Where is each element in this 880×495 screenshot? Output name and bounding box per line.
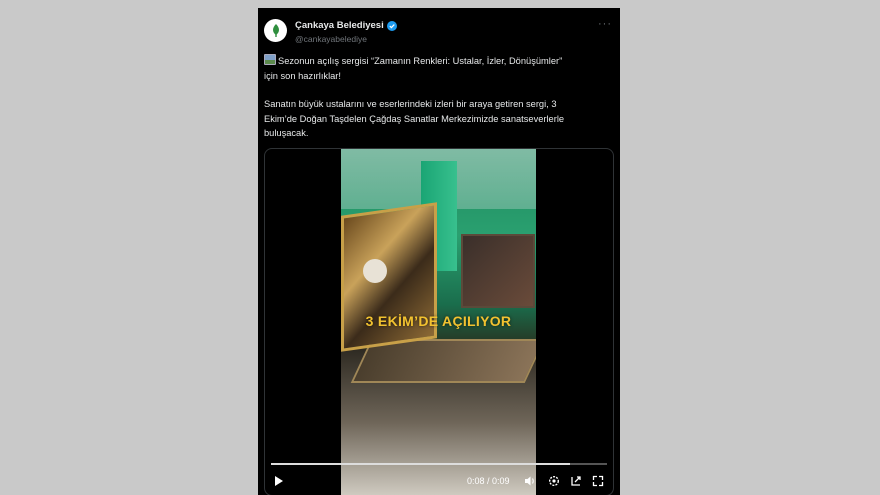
post-line: Sezonun açılış sergisi “Zamanın Renkleri… [264, 54, 614, 69]
municipality-logo-icon [272, 23, 279, 37]
volume-icon[interactable] [523, 474, 537, 488]
post-line: buluşacak. [264, 128, 309, 138]
popout-icon[interactable] [569, 474, 583, 488]
post-line: için son hazırlıklar! [264, 70, 341, 81]
account-handle[interactable]: @cankayabelediye [295, 34, 367, 44]
tweet-card: Çankaya Belediyesi @cankayabelediye ··· … [258, 8, 620, 495]
video-player[interactable]: 3 EKİM’DE AÇILIYOR 0:08 / 0:09 [264, 148, 614, 495]
video-time: 0:08 / 0:09 [467, 476, 510, 486]
video-controls: 0:08 / 0:09 [265, 471, 613, 493]
more-options-icon[interactable]: ··· [598, 18, 612, 30]
picture-emoji-icon [264, 54, 276, 65]
post-line: Ekim’de Doğan Taşdelen Çağdaş Sanatlar M… [264, 113, 565, 124]
verified-badge-icon [386, 20, 397, 31]
play-icon[interactable] [275, 476, 283, 486]
avatar[interactable] [264, 19, 287, 42]
post-line: Sanatın büyük ustalarını ve eserlerindek… [264, 99, 557, 109]
fullscreen-icon[interactable] [591, 474, 605, 488]
account-name[interactable]: Çankaya Belediyesi [295, 20, 384, 31]
video-progress-fill [271, 463, 571, 465]
settings-icon[interactable] [547, 474, 561, 488]
account-name-row: Çankaya Belediyesi [295, 20, 397, 31]
post-text: Sezonun açılış sergisi “Zamanın Renkleri… [264, 54, 614, 141]
video-frame[interactable]: 3 EKİM’DE AÇILIYOR [341, 149, 536, 495]
video-progress-bar[interactable] [271, 463, 607, 465]
video-overlay-text: 3 EKİM’DE AÇILIYOR [365, 313, 512, 329]
